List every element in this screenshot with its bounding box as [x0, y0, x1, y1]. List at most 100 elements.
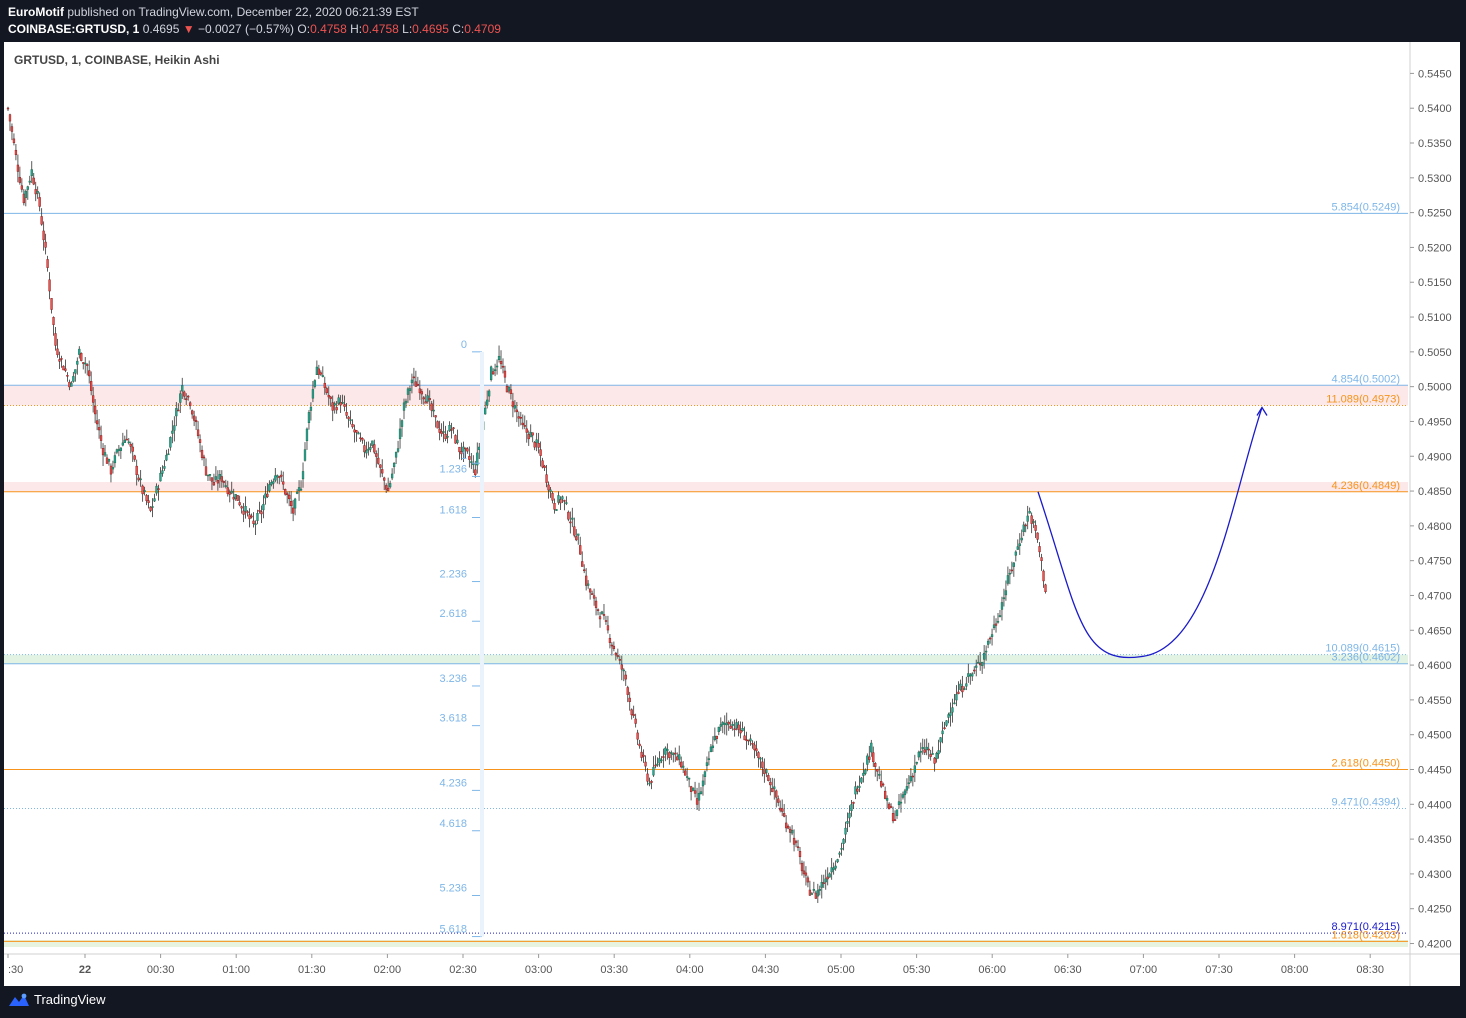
candle-body [478, 446, 481, 451]
fib-ratio-label: 1.236 [439, 463, 467, 475]
candle-body [240, 506, 243, 509]
candle-body [842, 839, 845, 844]
candle-body [612, 645, 616, 649]
fib-level-label: 11.089(0.4973) [1326, 393, 1400, 405]
candle-body [927, 748, 930, 751]
candle-body [244, 506, 247, 512]
candle-body [899, 801, 903, 804]
candle-body [408, 388, 412, 391]
candle-body [337, 397, 340, 404]
candle-body [838, 852, 841, 855]
candle-body [565, 502, 568, 504]
candle-body [913, 765, 916, 773]
candle-body [982, 652, 986, 660]
candle-body [84, 362, 87, 365]
candle-body [852, 801, 855, 804]
candle-body [693, 790, 697, 794]
x-tick-label: 08:00 [1281, 964, 1309, 976]
candle-body [44, 241, 47, 248]
candle-body [769, 781, 772, 786]
candle-body [56, 348, 59, 356]
candle-body [288, 494, 291, 500]
high-value: 0.4758 [362, 22, 399, 36]
candle-body [810, 893, 814, 895]
candle-body [412, 376, 416, 379]
symbol-label: COINBASE:GRTUSD, 1 [8, 22, 140, 36]
y-tick-label: 0.5200 [1418, 242, 1452, 254]
candle-body [907, 782, 911, 784]
candle-body [691, 787, 695, 791]
candle-body [549, 489, 552, 492]
candle-body [192, 415, 196, 421]
candle-body [212, 482, 216, 486]
x-tick-label: 22 [79, 964, 91, 976]
candle-body [905, 786, 909, 791]
low-label: L: [402, 22, 413, 36]
candle-body [416, 383, 420, 386]
candle-body [149, 506, 152, 511]
candle-body [596, 609, 600, 611]
candle-body [600, 611, 604, 615]
brand-name[interactable]: TradingView [34, 992, 106, 1007]
candle-body [78, 348, 81, 355]
candle-body [278, 476, 281, 478]
candle-body [717, 726, 720, 732]
candle-body [893, 819, 897, 821]
publisher-name[interactable]: EuroMotif [8, 5, 64, 19]
candle-body [585, 575, 588, 586]
candle-body [64, 368, 67, 371]
candle-body [232, 496, 235, 500]
plot-area[interactable]: 0 1 1.236 1.618 2.236 2.618 3.236 3.618 4.236 4.6… [4, 42, 1460, 986]
candle-body [165, 454, 168, 461]
candle-body [398, 428, 402, 440]
candle-body [371, 440, 374, 446]
candle-body [226, 487, 229, 495]
candle-body [624, 674, 627, 680]
candle-body [866, 755, 869, 765]
candle-body [76, 360, 79, 365]
candle-body [40, 216, 43, 225]
candle-body [486, 399, 489, 406]
candle-body [812, 888, 816, 891]
candle-body [1008, 572, 1012, 575]
candle-body [557, 495, 560, 503]
candle-body [432, 409, 435, 412]
right-fib-labels: 5.854(0.5249) 4.854(0.5002) 11.089(0.4973)… [1325, 201, 1400, 941]
candle-body [915, 762, 918, 764]
x-tick-label: 00:30 [147, 964, 175, 976]
candle-body [109, 465, 113, 475]
candle-body [50, 298, 53, 310]
candle-body [236, 495, 239, 501]
candle-body [121, 442, 124, 446]
candle-body [798, 851, 802, 858]
candle-body [107, 458, 111, 462]
candle-body [628, 697, 631, 702]
candle-body [248, 514, 251, 520]
candle-body [115, 449, 119, 453]
candle-body [95, 420, 99, 425]
candle-body [610, 644, 614, 647]
candlestick-chart[interactable]: 0 11.236 1.618 2.236 2.618 3.236 3.618 4.236 4.6… [4, 42, 1460, 986]
candle-body [765, 769, 768, 773]
candle-body [206, 474, 210, 477]
candle-body [254, 523, 257, 526]
candle-body [783, 813, 786, 817]
fib-level-label: 4.236(0.4849) [1332, 480, 1401, 492]
tradingview-logo-icon[interactable] [8, 992, 30, 1008]
candle-body [105, 457, 109, 464]
candle-body [147, 500, 150, 503]
candle-body [895, 809, 899, 816]
candle-body [385, 485, 388, 490]
candle-body [335, 407, 338, 411]
candle-body [52, 317, 55, 325]
candle-body [450, 429, 453, 431]
candle-body [18, 176, 22, 183]
candle-body [353, 429, 356, 433]
projection-curve [1037, 407, 1263, 659]
y-tick-label: 0.5350 [1418, 138, 1452, 150]
candle-body [86, 364, 89, 366]
candle-body [630, 709, 633, 716]
candle-body [284, 489, 287, 495]
candle-body [246, 511, 249, 514]
candle-body [270, 482, 273, 485]
